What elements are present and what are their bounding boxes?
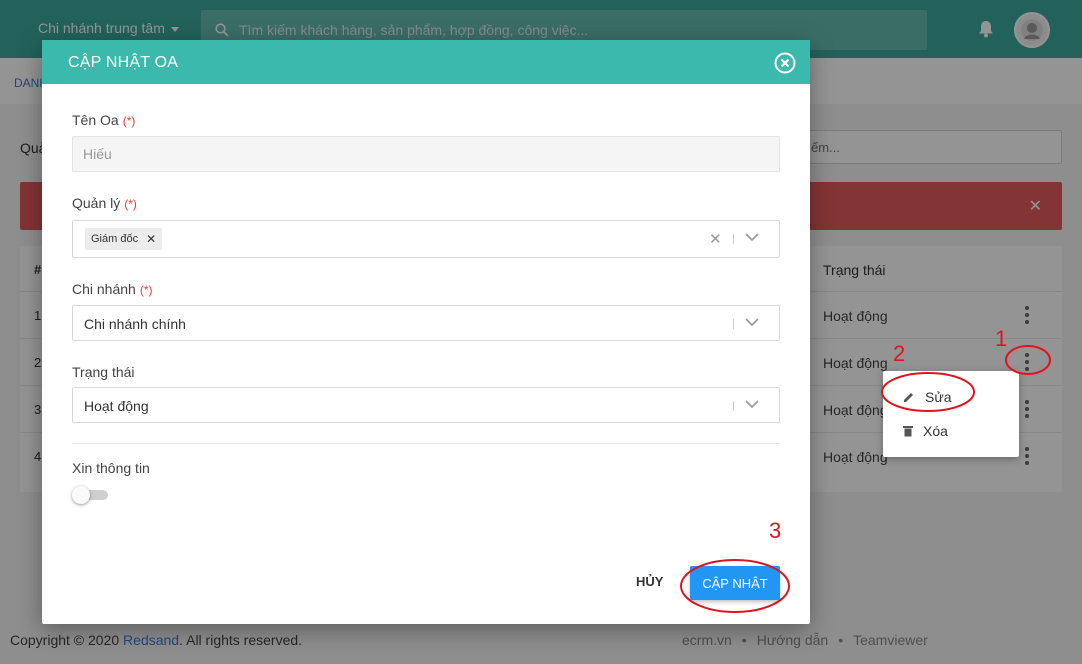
status-field-label: Trạng thái <box>72 364 135 380</box>
name-input <box>73 137 753 171</box>
branch-field-label: Chi nhánh (*) <box>72 281 153 297</box>
info-field-label: Xin thông tin <box>72 460 150 476</box>
annotation-step-1: 1 <box>995 326 1008 351</box>
cancel-button[interactable]: HỦY <box>636 574 663 589</box>
chevron-down-icon[interactable] <box>745 318 759 327</box>
manager-field-label: Quản lý (*) <box>72 195 137 211</box>
manager-select[interactable]: Giám đốc ✕ ✕ <box>72 220 780 258</box>
select-separator <box>733 234 734 244</box>
clear-icon[interactable]: ✕ <box>709 230 722 248</box>
menu-item-delete[interactable]: Xóa <box>903 423 948 439</box>
manager-tag: Giám đốc ✕ <box>85 228 163 250</box>
required-mark: (*) <box>124 197 137 211</box>
chevron-down-icon[interactable] <box>745 233 759 242</box>
status-label-text: Trạng thái <box>72 364 135 380</box>
divider <box>72 443 780 444</box>
annotation-circle-edit <box>881 372 975 412</box>
info-toggle[interactable] <box>72 486 108 504</box>
name-field <box>72 136 780 172</box>
manager-label-text: Quản lý <box>72 195 121 211</box>
dialog-header: CẬP NHẬT OA <box>42 40 810 84</box>
status-select-value: Hoạt động <box>84 398 149 414</box>
annotation-circle-update <box>680 559 790 613</box>
required-mark: (*) <box>139 283 153 297</box>
menu-item-delete-label: Xóa <box>923 423 948 439</box>
required-mark: (*) <box>122 114 136 128</box>
branch-label-text: Chi nhánh <box>72 281 136 297</box>
manager-tag-label: Giám đốc <box>91 233 139 245</box>
annotation-step-2: 2 <box>893 341 906 366</box>
annotation-circle-kebab <box>1005 345 1051 375</box>
remove-tag-icon[interactable]: ✕ <box>146 232 156 246</box>
status-select[interactable]: Hoạt động <box>72 387 780 423</box>
branch-select[interactable]: Chi nhánh chính <box>72 305 780 341</box>
trash-icon <box>903 426 913 437</box>
update-oa-dialog: CẬP NHẬT OA Tên Oa(*) Quản lý(*) Giám đố… <box>42 40 810 624</box>
chevron-down-icon[interactable] <box>745 400 759 409</box>
name-field-label: Tên Oa (*) <box>72 112 135 128</box>
close-circle-icon[interactable] <box>774 52 796 74</box>
select-separator <box>733 401 734 411</box>
branch-select-value: Chi nhánh chính <box>84 316 186 332</box>
dialog-title: CẬP NHẬT OA <box>68 54 179 71</box>
name-label-text: Tên Oa <box>72 112 119 128</box>
toggle-knob <box>72 486 90 504</box>
annotation-step-3: 3 <box>769 518 782 543</box>
select-separator <box>733 319 734 329</box>
